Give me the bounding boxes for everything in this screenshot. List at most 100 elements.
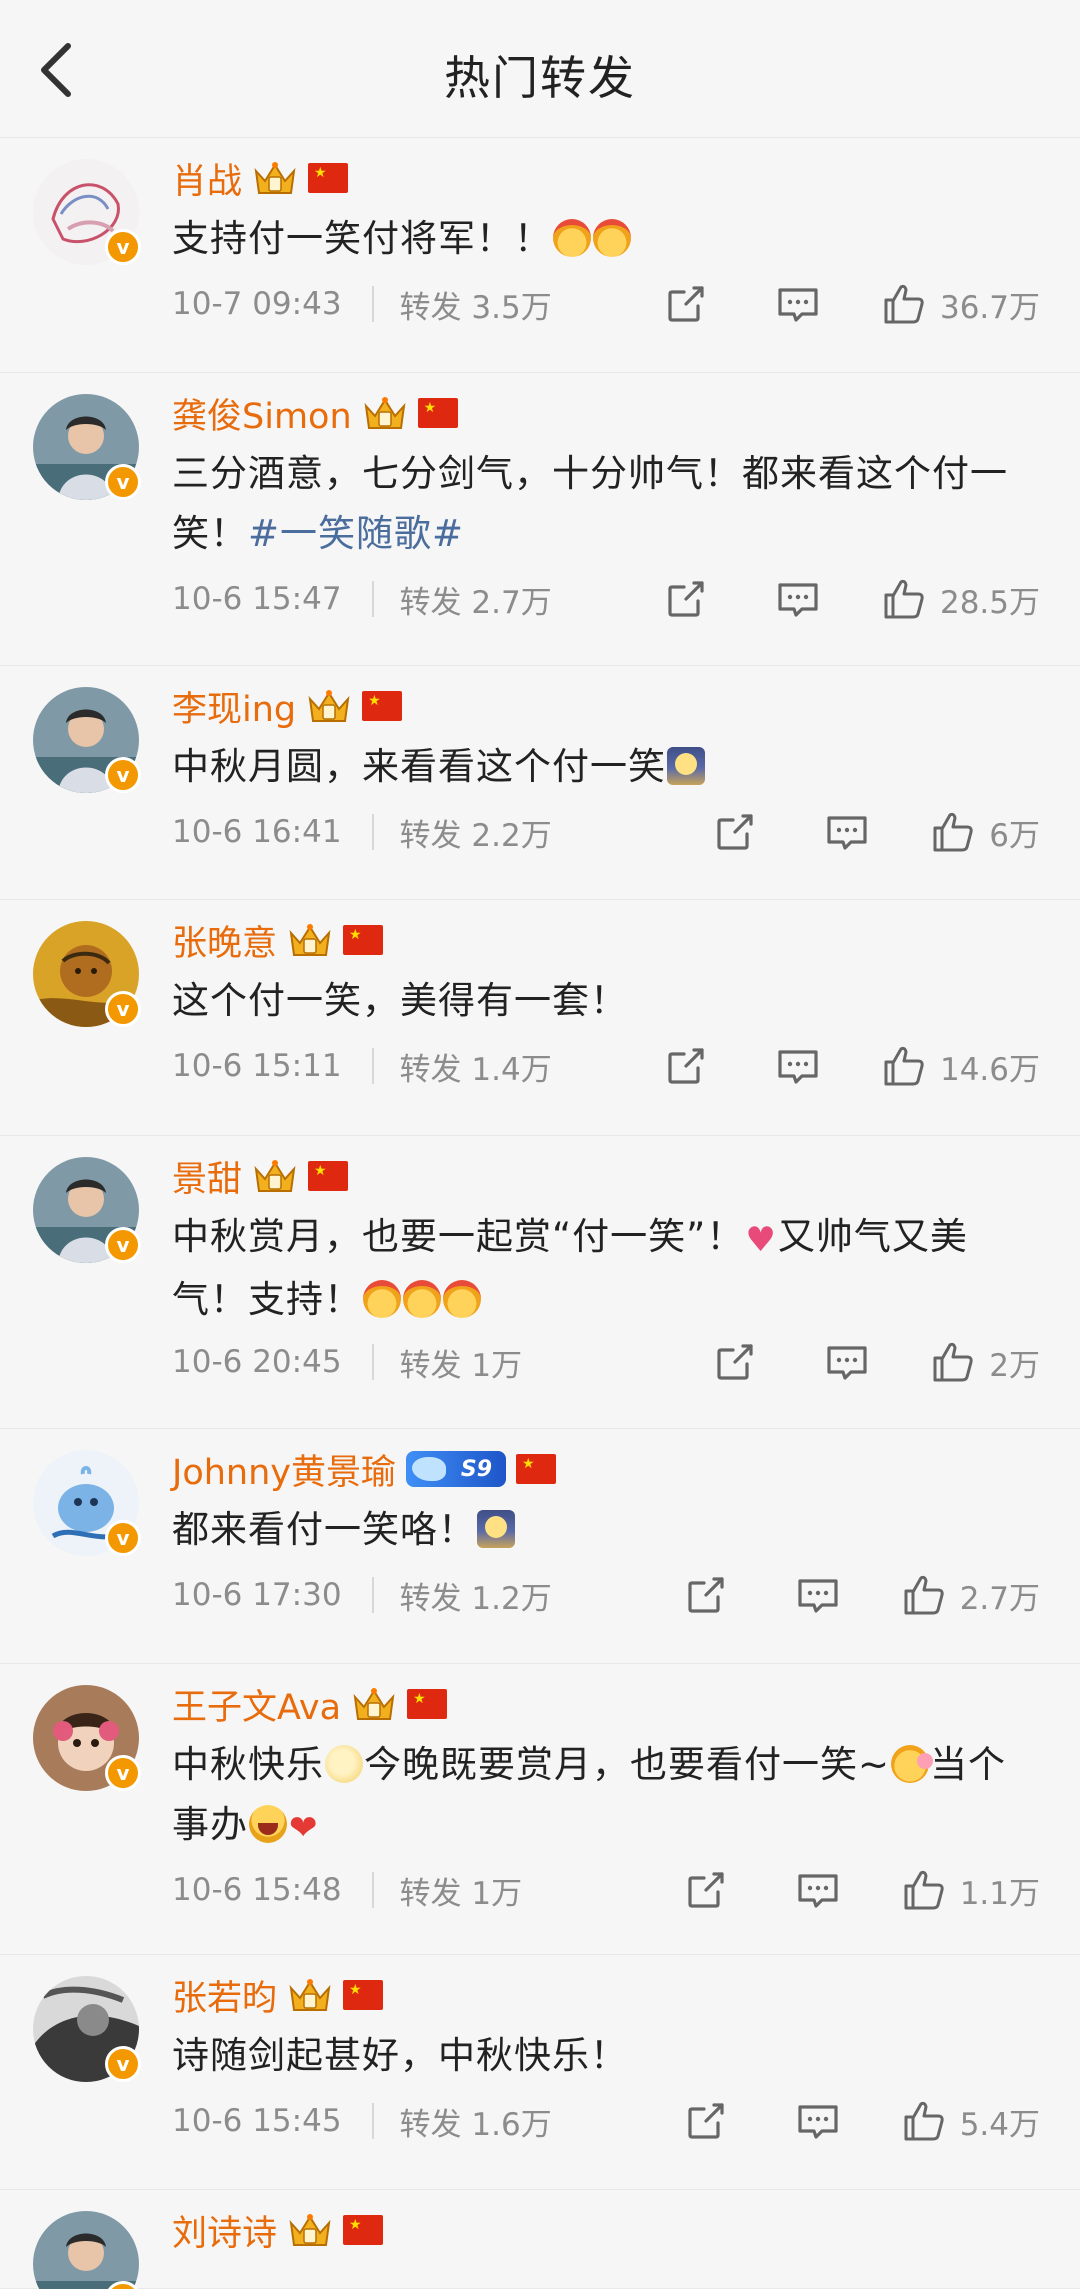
repost-count: 转发 2.7万 [399,584,552,621]
like-button[interactable]: 5.4万 [902,2099,1040,2144]
avatar[interactable]: v [33,921,141,1027]
verified-v-icon: v [105,1755,141,1791]
like-button[interactable]: 2万 [931,1340,1040,1385]
repost-item[interactable]: v Johnny黄景瑜 S9 ★ 都来看付一笑咯！ 10-6 17:30 转发 1.2万 2.… [0,1430,1080,1664]
like-button[interactable]: 28.5万 [882,577,1040,622]
repost-count: 转发 1.4万 [399,1051,552,1088]
repost-item[interactable]: v 张晚意 ★ 这个付一笑，美得有一套！ 10-6 15:11 转发 1.4万 14.6万 [0,901,1080,1136]
text-segment: 中秋快乐 [172,1743,324,1786]
share-icon[interactable] [664,577,708,621]
moon-emoji-icon [667,747,705,785]
user-name[interactable]: 李现ing [172,681,296,732]
user-name[interactable]: 景甜 [172,1151,242,1202]
avatar[interactable]: v [33,2211,141,2289]
share-icon[interactable] [713,810,757,854]
meta-row: 10-6 17:30 转发 1.2万 2.7万 [172,1570,1040,1620]
cheer-emoji-icon [443,1280,481,1318]
timestamp: 10-6 15:48 [172,1872,342,1908]
avatar[interactable]: v [33,687,141,793]
action-bar: 6万 [713,810,1040,855]
name-row: 龚俊Simon ★ [172,388,458,439]
vip-crown-icon[interactable] [287,2211,333,2249]
verified-v-icon: v [105,1227,141,1263]
avatar[interactable]: v [33,1685,141,1791]
avatar[interactable]: v [33,1976,141,2082]
avatar[interactable]: v [33,159,141,265]
comment-icon[interactable] [796,1868,840,1912]
comment-icon[interactable] [776,282,820,326]
comment-icon[interactable] [776,577,820,621]
avatar-person-icon [33,2211,139,2289]
vip-crown-icon[interactable] [252,1157,298,1195]
like-button[interactable]: 6万 [931,810,1040,855]
repost-item[interactable]: v 刘诗诗 ★ [0,2191,1080,2289]
china-flag-icon: ★ [343,925,384,955]
vip-crown-icon[interactable] [351,1685,397,1723]
avatar[interactable]: v [33,1450,141,1556]
level-badge[interactable]: S9 [406,1451,506,1487]
comment-icon[interactable] [776,1044,820,1088]
user-name[interactable]: 张晚意 [172,915,277,966]
action-bar: 1.1万 [684,1868,1040,1913]
china-flag-icon: ★ [308,163,349,193]
meta-row: 10-6 16:41 转发 2.2万 6万 [172,807,1040,857]
china-flag-icon: ★ [362,691,403,721]
repost-text: 诗随剑起甚好，中秋快乐！ [172,2026,1042,2086]
like-button[interactable]: 2.7万 [902,1573,1040,1618]
repost-item[interactable]: v 龚俊Simon ★ 三分酒意，七分剑气，十分帅气！都来看这个付一笑！#一笑随歌# 1… [0,374,1080,666]
user-name[interactable]: 刘诗诗 [172,2205,277,2256]
like-button[interactable]: 14.6万 [882,1044,1040,1089]
user-name[interactable]: 张若昀 [172,1970,277,2021]
share-icon[interactable] [713,1340,757,1384]
share-icon[interactable] [684,2099,728,2143]
action-bar: 2万 [713,1340,1040,1385]
user-name[interactable]: 王子文Ava [172,1679,341,1730]
repost-item[interactable]: v 王子文Ava ★ 中秋快乐 今晚既要赏月，也要看付一笑~ 当个事办 ❤ 10-6 15:4… [0,1665,1080,1955]
vip-crown-icon[interactable] [287,1976,333,2014]
repost-item[interactable]: v 景甜 ★ 中秋赏月，也要一起赏“付一笑”！♥又帅气又美气！支持！ 10-6 20:4… [0,1137,1080,1429]
user-name[interactable]: 肖战 [172,153,242,204]
hearts-emoji-icon: ♥ [745,1220,777,1260]
vip-crown-icon[interactable] [362,394,408,432]
share-icon[interactable] [684,1573,728,1617]
repost-item[interactable]: v 张若昀 ★ 诗随剑起甚好，中秋快乐！ 10-6 15:45 转发 1.6万 5.4万 [0,1956,1080,2190]
user-name[interactable]: 龚俊Simon [172,388,352,439]
vip-crown-icon[interactable] [287,921,333,959]
timestamp: 10-6 15:45 [172,2103,342,2139]
cheer-emoji-icon [593,219,631,257]
user-name[interactable]: Johnny黄景瑜 [172,1444,396,1495]
avatar[interactable]: v [33,394,141,500]
share-icon[interactable] [664,282,708,326]
name-row: 刘诗诗 ★ [172,2205,384,2256]
comment-icon[interactable] [825,810,869,854]
comment-icon[interactable] [825,1340,869,1384]
divider [371,286,374,322]
timestamp: 10-6 15:11 [172,1048,342,1084]
vip-crown-icon[interactable] [306,687,352,725]
like-button[interactable]: 1.1万 [902,1868,1040,1913]
like-count: 2万 [989,1347,1040,1384]
avatar[interactable]: v [33,1157,141,1263]
comment-icon[interactable] [796,1573,840,1617]
topic-link[interactable]: #一笑随歌# [248,512,464,555]
repost-count: 转发 1.2万 [399,1580,552,1617]
vip-crown-icon[interactable] [252,159,298,197]
share-icon[interactable] [664,1044,708,1088]
action-bar: 36.7万 [664,282,1040,327]
page-title: 热门转发 [444,51,636,105]
repost-text: 支持付一笑付将军！！ [172,209,1042,269]
top-bar: 热门转发 [0,0,1080,138]
repost-item[interactable]: v 李现ing ★ 中秋月圆，来看看这个付一笑 10-6 16:41 转发 2.2万 6万 [0,667,1080,900]
action-bar: 14.6万 [664,1044,1040,1089]
like-button[interactable]: 36.7万 [882,282,1040,327]
like-count: 1.1万 [959,1875,1040,1912]
name-row: 李现ing ★ [172,681,403,732]
like-count: 36.7万 [939,289,1040,326]
meta-row: 10-6 20:45 转发 1万 2万 [172,1337,1040,1387]
timestamp: 10-6 17:30 [172,1577,342,1613]
repost-item[interactable]: v 肖战 ★ 支持付一笑付将军！！ 10-7 09:43 转发 3.5万 36.7万 [0,139,1080,373]
repost-text: 这个付一笑，美得有一套！ [172,971,1042,1031]
comment-icon[interactable] [796,2099,840,2143]
share-icon[interactable] [684,1868,728,1912]
china-flag-icon: ★ [417,398,458,428]
